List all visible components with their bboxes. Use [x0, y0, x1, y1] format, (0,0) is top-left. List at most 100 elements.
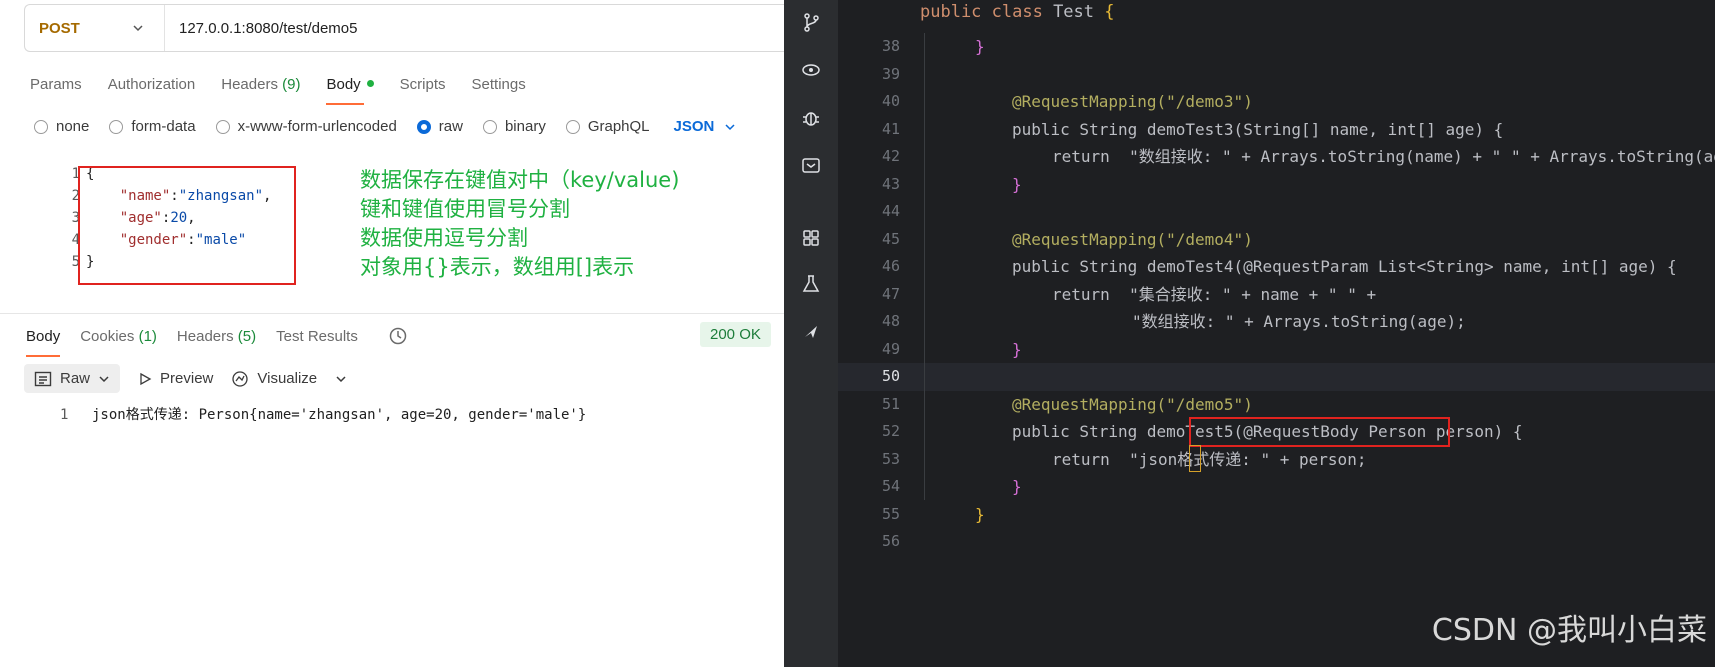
- chevron-down-icon[interactable]: [335, 373, 347, 385]
- visualize-icon: [232, 370, 249, 387]
- tab-cookies[interactable]: Cookies (1): [80, 328, 157, 345]
- debug-icon[interactable]: [797, 104, 825, 132]
- tab-body[interactable]: Body: [326, 76, 374, 105]
- radio-label: GraphQL: [587, 118, 650, 135]
- line-number: 2: [71, 188, 80, 204]
- caret-highlight: [1189, 445, 1201, 472]
- code-line: 53 return "json格式传递: " + person;: [838, 446, 1715, 474]
- code-text: public String demoTest3(String[] name, i…: [1012, 119, 1504, 139]
- headers-count: (5): [237, 327, 257, 345]
- tab-response-headers[interactable]: Headers (5): [177, 328, 256, 345]
- visualize-label: Visualize: [257, 370, 318, 387]
- play-icon: [140, 372, 152, 385]
- annotation-line: 数据使用逗号分割: [360, 226, 528, 250]
- class-name: Test: [1053, 2, 1105, 22]
- tab-headers[interactable]: Headers (9): [221, 76, 300, 93]
- method-label: POST: [39, 19, 80, 37]
- chevron-down-icon: [133, 25, 143, 32]
- send-icon[interactable]: [797, 318, 825, 346]
- divider: [0, 313, 784, 314]
- tab-params[interactable]: Params: [30, 76, 82, 93]
- line-number: 47: [881, 284, 900, 303]
- highlight-box: [1189, 417, 1450, 447]
- tab-label: Authorization: [107, 76, 196, 93]
- code-text: }: [1012, 174, 1022, 194]
- line-number: 50: [881, 367, 900, 385]
- url-input[interactable]: 127.0.0.1:8080/test/demo5: [165, 20, 357, 37]
- brace: {: [1104, 2, 1115, 22]
- body-type-options: none form-data x-www-form-urlencoded raw…: [34, 118, 736, 135]
- line-number: 41: [881, 119, 900, 138]
- current-code-line: 50: [838, 363, 1715, 391]
- git-branch-icon[interactable]: [797, 8, 825, 36]
- editor-gutter: 1 2 3 4 5: [32, 163, 80, 273]
- line-number: 40: [881, 92, 900, 110]
- terminal-icon[interactable]: [797, 152, 825, 180]
- line-number: 56: [881, 532, 900, 550]
- code-line: 41 public String demoTest3(String[] name,…: [838, 116, 1715, 144]
- code-line: 38}: [838, 33, 1715, 61]
- line-number: 5: [71, 254, 80, 270]
- modified-dot-icon: [366, 80, 374, 87]
- format-select[interactable]: JSON: [674, 118, 737, 135]
- line-number: 49: [881, 339, 900, 358]
- code-line: 45 @RequestMapping("/demo4"): [838, 226, 1715, 254]
- raw-view-select[interactable]: Raw: [24, 364, 121, 393]
- line-number: 48: [881, 312, 900, 330]
- annotation-line: 对象用{}表示，数组用[]表示: [360, 255, 635, 279]
- flask-icon[interactable]: [797, 270, 825, 298]
- history-icon[interactable]: [388, 326, 408, 346]
- raw-label: Raw: [60, 370, 91, 387]
- code-text: return "json格式传递: " + person;: [1052, 449, 1367, 469]
- annotation-notes: 数据保存在键值对中（key/value) 键和键值使用冒号分割 数据使用逗号分割…: [360, 166, 679, 282]
- code-text: public String demoTest4(@RequestParam Li…: [1012, 257, 1677, 276]
- radio-label: x-www-form-urlencoded: [237, 118, 397, 135]
- code-line: 40 @RequestMapping("/demo3"): [838, 88, 1715, 116]
- chevron-down-icon: [99, 375, 109, 382]
- api-client-panel: POST 127.0.0.1:8080/test/demo5 Params Au…: [0, 0, 784, 667]
- ide-tool-strip: [784, 0, 838, 667]
- radio-graphql[interactable]: GraphQL: [565, 118, 650, 135]
- code-text: }: [975, 37, 985, 56]
- tab-test-results[interactable]: Test Results: [276, 328, 358, 345]
- tab-label: Body: [326, 76, 361, 93]
- code-text: @RequestMapping("/demo5"): [1012, 394, 1253, 414]
- line-number: 39: [881, 64, 900, 83]
- radio-none[interactable]: none: [34, 118, 89, 135]
- code-line: 54}: [838, 473, 1715, 501]
- code-editor[interactable]: 38} 39 40 @RequestMapping("/demo3") 41 pub…: [838, 33, 1715, 556]
- radio-urlencoded[interactable]: x-www-form-urlencoded: [215, 118, 397, 135]
- tab-scripts[interactable]: Scripts: [400, 76, 446, 93]
- request-tabs: Params Authorization Headers (9) Body Sc…: [30, 76, 552, 105]
- sticky-class-header: public class Test {: [920, 2, 1115, 22]
- tab-label: Headers: [221, 76, 278, 93]
- highlight-box: [78, 166, 296, 285]
- annotation-line: 数据保存在键值对中（key/value): [360, 168, 680, 192]
- method-select[interactable]: POST: [25, 5, 165, 51]
- preview-button[interactable]: Preview: [138, 370, 213, 387]
- code-line: 51 @RequestMapping("/demo5"): [838, 391, 1715, 419]
- tab-label: Scripts: [399, 76, 446, 93]
- response-text: json格式传递: Person{name='zhangsan', age=20…: [92, 407, 587, 423]
- plugins-icon[interactable]: [797, 224, 825, 252]
- line-number: 1: [60, 407, 69, 423]
- code-text: }: [1012, 477, 1022, 496]
- radio-label: none: [56, 118, 90, 135]
- radio-form-data[interactable]: form-data: [109, 118, 196, 135]
- line-number: 43: [881, 174, 900, 193]
- radio-binary[interactable]: binary: [482, 118, 546, 135]
- code-line: 46 public String demoTest4(@RequestParam …: [838, 253, 1715, 281]
- line-number: 51: [881, 394, 900, 413]
- indent-guide: [924, 33, 925, 500]
- code-line: 49}: [838, 336, 1715, 364]
- tab-label: Cookies: [80, 327, 135, 345]
- tab-label: Headers: [176, 327, 234, 345]
- tab-response-body[interactable]: Body: [26, 328, 61, 357]
- tab-label: Settings: [471, 76, 526, 93]
- tab-authorization[interactable]: Authorization: [108, 76, 196, 93]
- visualize-button[interactable]: Visualize: [231, 370, 347, 388]
- tab-settings[interactable]: Settings: [472, 76, 526, 93]
- services-icon[interactable]: [797, 56, 825, 84]
- code-line: 39: [838, 61, 1715, 89]
- radio-raw[interactable]: raw: [416, 118, 463, 135]
